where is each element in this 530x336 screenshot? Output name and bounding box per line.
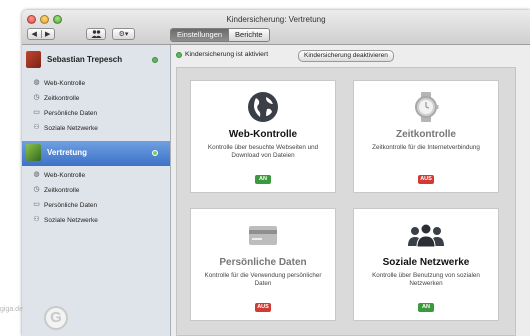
status-active-icon — [152, 150, 158, 156]
sidebar-item-label: Soziale Netzwerke — [44, 216, 98, 224]
card-title: Zeitkontrolle — [395, 129, 456, 140]
title-bar: Kindersicherung: Vertretung ◀ ▶ ⚙▾ Einst… — [22, 10, 530, 45]
sidebar-item-label: Persönliche Daten — [44, 201, 98, 209]
credit-card-icon — [249, 226, 277, 245]
gear-menu-button[interactable]: ⚙▾ — [112, 28, 135, 40]
sidebar-item-zeitkontrolle[interactable]: ◷ Zeitkontrolle — [32, 184, 79, 196]
people-icon: ⚇ — [33, 124, 40, 131]
users-button[interactable] — [86, 28, 106, 40]
globe-icon: ◍ — [33, 171, 40, 178]
user-name: Vertretung — [47, 148, 88, 157]
toggle-badge[interactable]: AN — [418, 303, 434, 312]
sidebar-item-label: Zeitkontrolle — [44, 94, 80, 102]
view-tabs: Einstellungen Berichte — [170, 28, 270, 42]
status-bar: Kindersicherung ist aktiviert Kindersich… — [171, 45, 530, 65]
deactivate-button[interactable]: Kindersicherung deaktivieren — [298, 50, 394, 62]
card-persoenliche-daten[interactable]: Persönliche Daten Kontrolle für die Verw… — [190, 208, 336, 321]
sidebar-item-label: Persönliche Daten — [44, 109, 98, 117]
people-icon — [408, 223, 444, 248]
people-icon: ⚇ — [33, 216, 40, 223]
status-active-icon — [152, 57, 158, 63]
card-soziale-netzwerke[interactable]: Soziale Netzwerke Kontrolle über Benutzu… — [353, 208, 499, 321]
watermark-logo: G — [44, 306, 68, 330]
card-description: Zeitkontrolle für die Internetverbindung — [372, 144, 480, 151]
credit-card-icon: ▭ — [33, 201, 40, 208]
card-title: Web-Kontrolle — [228, 129, 298, 140]
toggle-badge[interactable]: AUS — [255, 303, 271, 312]
sidebar-item-zeitkontrolle[interactable]: ◷ Zeitkontrolle — [32, 92, 79, 104]
card-title: Soziale Netzwerke — [382, 257, 470, 268]
avatar — [26, 144, 41, 161]
sidebar-item-persoenliche-daten[interactable]: ▭ Persönliche Daten — [32, 107, 97, 119]
app-window: Kindersicherung: Vertretung ◀ ▶ ⚙▾ Einst… — [22, 10, 530, 336]
globe-icon: ◍ — [33, 79, 40, 86]
avatar — [26, 51, 41, 68]
sidebar-user-vertretung[interactable]: Vertretung — [22, 141, 170, 166]
users-icon — [91, 30, 101, 38]
sidebar-item-web-kontrolle[interactable]: ◍ Web-Kontrolle — [32, 169, 85, 181]
watch-icon — [415, 92, 439, 122]
toggle-badge[interactable]: AUS — [418, 175, 434, 184]
back-forward-control[interactable]: ◀ ▶ — [27, 28, 55, 40]
watch-icon: ◷ — [33, 94, 40, 101]
tab-berichte[interactable]: Berichte — [228, 29, 269, 41]
sidebar-item-soziale-netzwerke[interactable]: ⚇ Soziale Netzwerke — [32, 122, 98, 134]
sidebar-item-label: Web-Kontrolle — [44, 171, 86, 179]
sidebar-item-label: Web-Kontrolle — [44, 79, 86, 87]
watermark-text: giga.de — [0, 306, 23, 313]
sidebar-item-label: Zeitkontrolle — [44, 186, 80, 194]
sidebar: Sebastian Trepesch ◍ Web-Kontrolle ◷ Zei… — [22, 45, 171, 336]
sidebar-item-label: Soziale Netzwerke — [44, 124, 98, 132]
status-text: Kindersicherung ist aktiviert — [185, 51, 269, 58]
sidebar-item-soziale-netzwerke[interactable]: ⚇ Soziale Netzwerke — [32, 214, 98, 226]
toggle-badge[interactable]: AN — [255, 175, 271, 184]
forward-button[interactable]: ▶ — [42, 30, 55, 38]
main-content: Kindersicherung ist aktiviert Kindersich… — [171, 45, 530, 336]
card-title: Persönliche Daten — [219, 257, 307, 268]
sidebar-item-web-kontrolle[interactable]: ◍ Web-Kontrolle — [32, 77, 85, 89]
user-name: Sebastian Trepesch — [47, 55, 123, 64]
sidebar-user-sebastian[interactable]: Sebastian Trepesch — [22, 48, 170, 73]
gear-icon: ⚙▾ — [118, 31, 129, 38]
cards-panel: Web-Kontrolle Kontrolle über besuchte We… — [176, 67, 516, 336]
card-description: Kontrolle für die Verwendung persönliche… — [204, 272, 322, 287]
status-active-icon — [176, 52, 182, 58]
globe-icon — [248, 92, 278, 122]
window-title: Kindersicherung: Vertretung — [226, 15, 326, 24]
back-button[interactable]: ◀ — [28, 30, 42, 38]
card-zeitkontrolle[interactable]: Zeitkontrolle Zeitkontrolle für die Inte… — [353, 80, 499, 193]
card-description: Kontrolle über besuchte Webseiten und Do… — [207, 144, 319, 159]
sidebar-item-persoenliche-daten[interactable]: ▭ Persönliche Daten — [32, 199, 97, 211]
watch-icon: ◷ — [33, 186, 40, 193]
card-description: Kontrolle über Benutzung von sozialen Ne… — [372, 272, 480, 287]
credit-card-icon: ▭ — [33, 109, 40, 116]
tab-einstellungen[interactable]: Einstellungen — [171, 29, 229, 41]
card-web-kontrolle[interactable]: Web-Kontrolle Kontrolle über besuchte We… — [190, 80, 336, 193]
